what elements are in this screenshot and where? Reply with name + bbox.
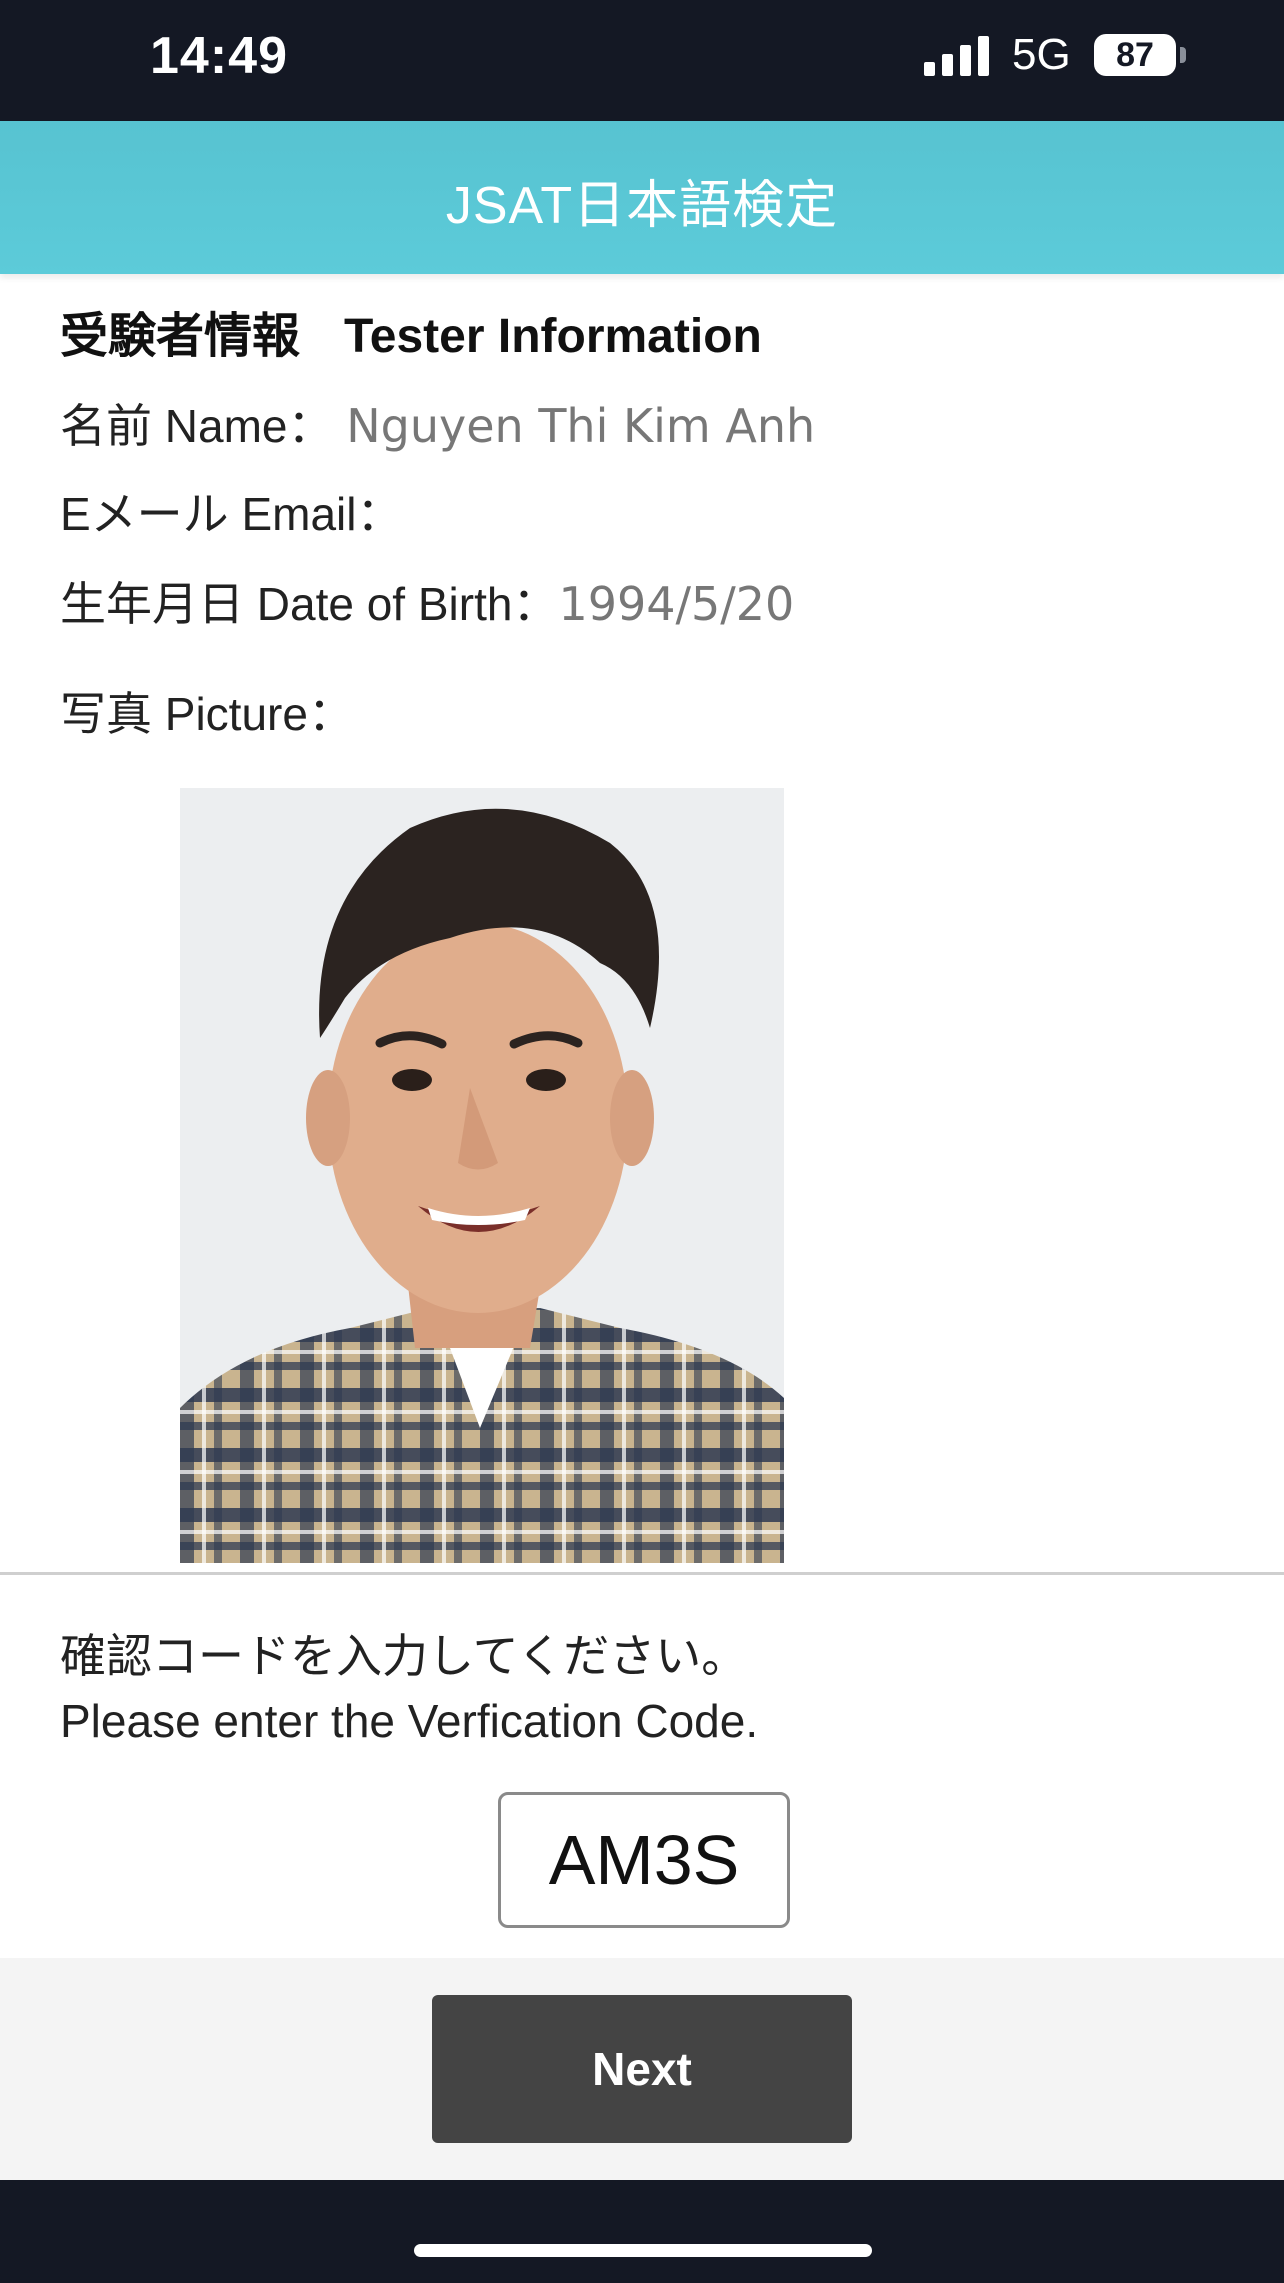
heading-ja: 受験者情報 xyxy=(60,310,301,363)
portrait-image xyxy=(180,788,784,1563)
network-type: 5G xyxy=(1012,30,1071,79)
picture-row: 写真 Picture： xyxy=(60,678,354,744)
battery-icon: 87 xyxy=(1094,34,1176,76)
status-time: 14:49 xyxy=(150,27,288,85)
app-header: JSAT日本語検定 xyxy=(0,121,1284,274)
divider xyxy=(0,1572,1284,1575)
signal-bars-icon xyxy=(924,36,989,76)
verification-prompt-en: Please enter the Verfication Code. xyxy=(60,1695,759,1747)
name-label: 名前 Name： xyxy=(60,400,334,452)
home-indicator[interactable] xyxy=(414,2244,872,2257)
picture-label: 写真 Picture： xyxy=(60,688,354,740)
home-bar-area xyxy=(0,2180,1284,2283)
dob-label: 生年月日 Date of Birth： xyxy=(60,578,559,630)
section-heading: 受験者情報 Tester Information xyxy=(60,296,762,366)
name-value: Nguyen Thi Kim Anh xyxy=(346,399,816,453)
email-label: Eメール Email： xyxy=(60,488,403,540)
verification-code-field[interactable]: AM3S xyxy=(498,1792,790,1928)
tester-photo xyxy=(180,788,784,1563)
heading-en: Tester Information xyxy=(344,310,762,363)
app-title: JSAT日本語検定 xyxy=(445,177,839,235)
verification-prompt-ja: 確認コードを入力してください。 xyxy=(60,1630,748,1682)
status-bar: 14:49 5G 87 xyxy=(0,0,1284,121)
dob-row: 生年月日 Date of Birth：1994/5/20 xyxy=(60,568,794,634)
name-row: 名前 Name： Nguyen Thi Kim Anh xyxy=(60,390,815,456)
email-row: Eメール Email： xyxy=(60,478,402,544)
dob-value: 1994/5/20 xyxy=(558,577,795,631)
battery-cap xyxy=(1180,47,1186,63)
next-button[interactable]: Next xyxy=(432,1995,852,2143)
